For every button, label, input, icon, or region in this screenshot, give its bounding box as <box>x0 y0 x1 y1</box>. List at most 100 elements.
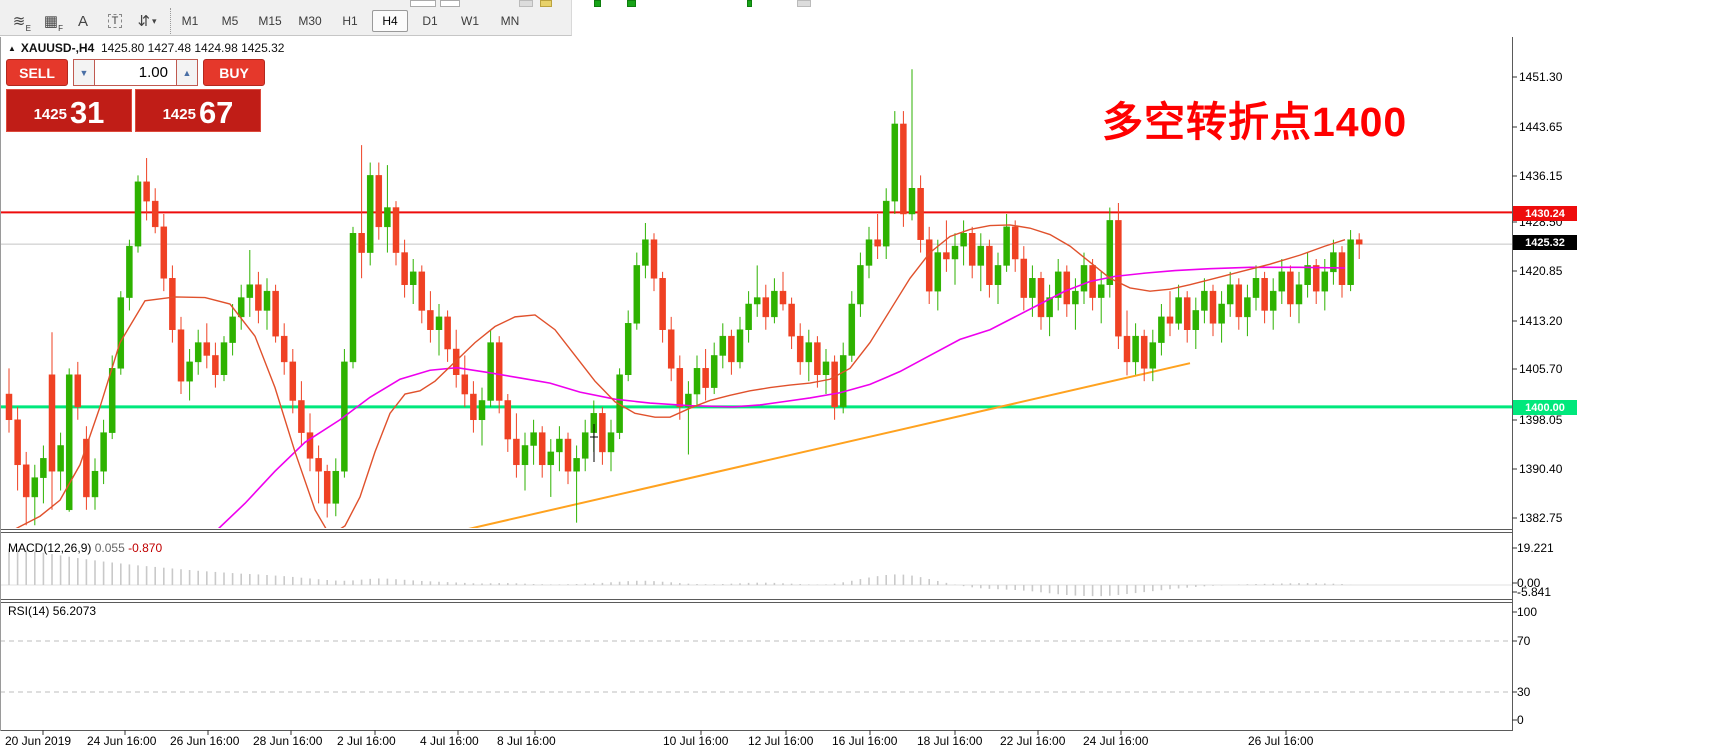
candle-body <box>316 458 322 471</box>
timeframe-button-h4[interactable]: H4 <box>372 10 408 32</box>
candle-body <box>668 330 674 369</box>
buy-quote[interactable]: 1425 67 <box>135 89 261 132</box>
timeframe-button-d1[interactable]: D1 <box>412 10 448 32</box>
candle-body <box>1081 265 1087 291</box>
candle-body <box>273 291 279 336</box>
candle-body <box>771 291 777 317</box>
text-box-icon[interactable]: T <box>102 9 128 33</box>
time-tick-label: 2 Jul 16:00 <box>337 734 396 748</box>
candle-body <box>307 433 313 459</box>
candle-body <box>522 445 528 464</box>
candle-body <box>1287 272 1293 304</box>
candle-body <box>1210 291 1216 323</box>
candle-body <box>582 433 588 459</box>
indicators-icon[interactable]: ≋E <box>6 9 32 33</box>
time-tick-label: 22 Jul 16:00 <box>1000 734 1065 748</box>
candle-body <box>900 124 906 214</box>
timeframe-button-m30[interactable]: M30 <box>292 10 328 32</box>
candle-body <box>926 240 932 291</box>
candle-body <box>255 285 261 311</box>
symbol-name: XAUUSD-,H4 <box>21 41 94 55</box>
candle-body <box>1141 336 1147 368</box>
top-toolbar: ≋E▦FAT⇵▾ M1M5M15M30H1H4D1W1MN <box>0 0 572 36</box>
sell-price-small: 1425 <box>34 102 67 128</box>
candle-body <box>109 368 115 432</box>
candle-body <box>840 355 846 406</box>
timeframe-button-mn[interactable]: MN <box>492 10 528 32</box>
candle-body <box>427 310 433 329</box>
candle-body <box>436 317 442 330</box>
grid-icon[interactable]: ▦F <box>38 9 64 33</box>
candle-body <box>23 465 29 497</box>
timeframe-button-m5[interactable]: M5 <box>212 10 248 32</box>
candle-body <box>737 330 743 362</box>
volume-input[interactable]: 1.00 <box>95 59 176 86</box>
candle-body <box>221 343 227 375</box>
candle-body <box>187 362 193 381</box>
candle-body <box>539 433 545 465</box>
candle-body <box>367 175 373 252</box>
candle-body <box>402 253 408 285</box>
macd-tick-label: 19.221 <box>1517 541 1554 555</box>
rsi-tick-label: 100 <box>1517 605 1537 619</box>
arrows-icon[interactable]: ⇵▾ <box>134 9 160 33</box>
collapse-icon[interactable]: ▲ <box>8 44 16 53</box>
rsi-line <box>2 623 1345 677</box>
candle-body <box>204 343 210 356</box>
candle-body <box>1270 291 1276 310</box>
toolbar-fragment <box>540 0 552 7</box>
chart-annotation-text: 多空转折点1400 <box>1102 88 1407 148</box>
candle-body <box>32 478 38 497</box>
text-label-icon[interactable]: A <box>70 9 96 33</box>
candle-body <box>470 394 476 420</box>
candle-body <box>1124 336 1130 362</box>
time-tick-label: 12 Jul 16:00 <box>748 734 813 748</box>
volume-decrease-button[interactable]: ▼ <box>73 59 95 86</box>
candle-body <box>763 298 769 317</box>
candle-body <box>1098 285 1104 298</box>
sell-quote[interactable]: 1425 31 <box>6 89 132 132</box>
candle-body <box>797 336 803 362</box>
timeframe-button-m15[interactable]: M15 <box>252 10 288 32</box>
candle-body <box>58 445 64 471</box>
time-tick-label: 8 Jul 16:00 <box>497 734 556 748</box>
price-tag-1400.00: 1400.00 <box>1513 400 1577 415</box>
candle-body <box>1236 285 1242 317</box>
candle-body <box>281 336 287 362</box>
candle-body <box>746 304 752 330</box>
candle-body <box>195 343 201 362</box>
candle-body <box>935 253 941 292</box>
buy-button[interactable]: BUY <box>203 59 265 86</box>
candle-body <box>1219 304 1225 323</box>
candle-body <box>720 336 726 355</box>
candle-body <box>1012 227 1018 259</box>
price-tick-label: 1420.85 <box>1519 264 1562 278</box>
timeframe-button-h1[interactable]: H1 <box>332 10 368 32</box>
toolbar-fragment <box>797 0 811 7</box>
candle-body <box>384 208 390 227</box>
timeframe-button-m1[interactable]: M1 <box>172 10 208 32</box>
candle-body <box>625 323 631 374</box>
sell-button[interactable]: SELL <box>6 59 68 86</box>
time-tick-label: 18 Jul 16:00 <box>917 734 982 748</box>
candle-body <box>290 362 296 401</box>
volume-increase-button[interactable]: ▲ <box>176 59 198 86</box>
time-tick-label: 24 Jun 16:00 <box>87 734 156 748</box>
candle-body <box>350 233 356 362</box>
candle-body <box>1348 240 1354 285</box>
candle-body <box>866 240 872 266</box>
timeframe-button-w1[interactable]: W1 <box>452 10 488 32</box>
candle-body <box>1004 227 1010 266</box>
candle-body <box>1064 272 1070 304</box>
candle-body <box>1253 278 1259 297</box>
candle-body <box>1021 259 1027 298</box>
candle-body <box>1133 336 1139 362</box>
time-tick-label: 26 Jun 16:00 <box>170 734 239 748</box>
candle-body <box>1029 278 1035 297</box>
candle-body <box>883 201 889 246</box>
price-tick-label: 1398.05 <box>1519 413 1562 427</box>
candle-body <box>565 439 571 471</box>
buy-price-small: 1425 <box>163 102 196 128</box>
candle-body <box>359 233 365 252</box>
candle-body <box>789 304 795 336</box>
